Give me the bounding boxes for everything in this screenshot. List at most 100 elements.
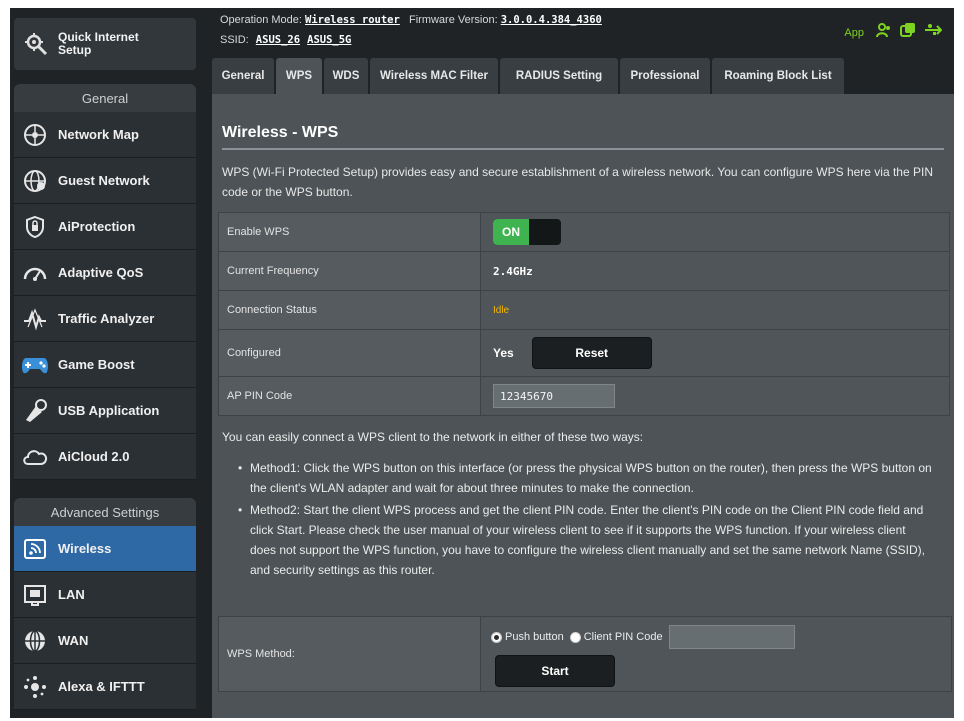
- connection-status-value: Idle: [493, 304, 510, 316]
- guest-network-icon: [20, 166, 50, 196]
- ap-pin-field[interactable]: 12345670: [493, 384, 615, 408]
- aicloud-icon: [20, 442, 50, 472]
- sidebar: Quick Internet Setup General Network Map…: [14, 18, 196, 718]
- sidebar-item-aiprotection[interactable]: AiProtection: [14, 204, 196, 250]
- sidebar-item-adaptive-qos[interactable]: Adaptive QoS: [14, 250, 196, 296]
- ssid-line: SSID: ASUS_26 ASUS_5G: [220, 34, 351, 46]
- sidebar-item-label: Adaptive QoS: [58, 265, 144, 280]
- tab-professional[interactable]: Professional: [620, 58, 710, 94]
- sidebar-item-guest-network[interactable]: Guest Network: [14, 158, 196, 204]
- wan-icon: [20, 626, 50, 656]
- tab-radius-setting[interactable]: RADIUS Setting: [500, 58, 618, 94]
- ssid-link-1[interactable]: ASUS_26: [256, 34, 300, 46]
- tab-general[interactable]: General: [212, 58, 274, 94]
- wireless-icon: [20, 534, 50, 564]
- game-boost-icon: [20, 350, 50, 380]
- settings-row-connection-status: Connection Status Idle: [218, 290, 950, 329]
- wps-method-row: WPS Method: Push button Client PIN Code …: [218, 616, 952, 692]
- operation-mode-line: Operation Mode: Wireless router Firmware…: [220, 14, 602, 26]
- general-section-header: General: [14, 84, 196, 112]
- sidebar-item-label: Network Map: [58, 127, 139, 142]
- enable-wps-label: Enable WPS: [219, 213, 481, 251]
- quick-setup-icon: [22, 30, 50, 58]
- advanced-section-header: Advanced Settings: [14, 498, 196, 526]
- enable-wps-toggle[interactable]: ON: [493, 219, 561, 245]
- sidebar-item-label: Traffic Analyzer: [58, 311, 155, 326]
- client-pin-label: Client PIN Code: [583, 631, 663, 643]
- sidebar-item-traffic-analyzer[interactable]: Traffic Analyzer: [14, 296, 196, 342]
- sidebar-item-label: WAN: [58, 633, 89, 648]
- sidebar-item-game-boost[interactable]: Game Boost: [14, 342, 196, 388]
- sidebar-item-label: LAN: [58, 587, 85, 602]
- method-list: Method1: Click the WPS button on this in…: [238, 458, 934, 582]
- app-link[interactable]: App: [844, 27, 864, 39]
- lan-icon: [20, 580, 50, 610]
- configured-value: Yes: [493, 346, 514, 360]
- adaptive-qos-icon: [20, 258, 50, 288]
- reset-button[interactable]: Reset: [531, 337, 652, 369]
- usb-status-icon[interactable]: [924, 22, 943, 43]
- push-button-radio[interactable]: [491, 631, 502, 643]
- ssid-label: SSID:: [220, 34, 249, 46]
- sidebar-item-usb-application[interactable]: USB Application: [14, 388, 196, 434]
- client-pin-radio[interactable]: [569, 631, 581, 643]
- alexa-ifttt-icon: [20, 672, 50, 702]
- status-icons: App: [844, 22, 943, 43]
- sidebar-item-wan[interactable]: WAN: [14, 618, 196, 664]
- operation-mode-label: Operation Mode:: [220, 14, 302, 26]
- sidebar-item-label: AiCloud 2.0: [58, 449, 130, 464]
- sidebar-item-label: Guest Network: [58, 173, 150, 188]
- usb-application-icon: [20, 396, 50, 426]
- sidebar-item-label: Game Boost: [58, 357, 135, 372]
- copy-icon[interactable]: [900, 22, 916, 43]
- sidebar-item-aicloud[interactable]: AiCloud 2.0: [14, 434, 196, 480]
- connect-info-text: You can easily connect a WPS client to t…: [222, 430, 644, 444]
- ssid-link-2[interactable]: ASUS_5G: [307, 34, 351, 46]
- toggle-on-label: ON: [493, 219, 529, 245]
- users-icon[interactable]: [876, 22, 892, 43]
- tab-bar: General WPS WDS Wireless MAC Filter RADI…: [212, 58, 954, 94]
- sidebar-item-label: USB Application: [58, 403, 160, 418]
- operation-mode-link[interactable]: Wireless router: [305, 14, 400, 26]
- wps-method-options: Push button Client PIN Code: [491, 625, 795, 649]
- tab-wireless-mac-filter[interactable]: Wireless MAC Filter: [370, 58, 498, 94]
- sidebar-item-label: Wireless: [58, 541, 112, 556]
- quick-setup-label: Quick Internet Setup: [58, 30, 139, 57]
- top-status-bar: Operation Mode: Wireless router Firmware…: [212, 8, 954, 58]
- sidebar-item-label: Alexa & IFTTT: [58, 679, 145, 694]
- start-button[interactable]: Start: [495, 655, 615, 687]
- title-divider: [222, 148, 944, 150]
- wps-method-label: WPS Method:: [219, 617, 481, 691]
- sidebar-item-network-map[interactable]: Network Map: [14, 112, 196, 158]
- configured-label: Configured: [219, 330, 481, 376]
- current-frequency-label: Current Frequency: [219, 252, 481, 290]
- connection-status-label: Connection Status: [219, 291, 481, 329]
- tab-roaming-block-list[interactable]: Roaming Block List: [712, 58, 844, 94]
- method-2-text: Method2: Start the client WPS process an…: [238, 500, 934, 580]
- settings-row-enable-wps: Enable WPS ON: [218, 212, 950, 251]
- sidebar-item-lan[interactable]: LAN: [14, 572, 196, 618]
- sidebar-item-alexa-ifttt[interactable]: Alexa & IFTTT: [14, 664, 196, 710]
- sidebar-item-wireless[interactable]: Wireless: [14, 526, 196, 572]
- aiprotection-icon: [20, 212, 50, 242]
- tab-wps[interactable]: WPS: [276, 58, 322, 94]
- traffic-analyzer-icon: [20, 304, 50, 334]
- client-pin-input[interactable]: [668, 625, 795, 649]
- quick-internet-setup-button[interactable]: Quick Internet Setup: [14, 18, 196, 70]
- page-title: Wireless - WPS: [222, 124, 339, 141]
- firmware-version-link[interactable]: 3.0.0.4.384_4360: [501, 14, 602, 26]
- sidebar-item-label: AiProtection: [58, 219, 136, 234]
- firmware-label: Firmware Version:: [409, 14, 498, 26]
- push-button-label: Push button: [505, 631, 564, 643]
- wps-settings-table: Enable WPS ON Current Frequency 2.4GHz C…: [218, 212, 950, 416]
- current-frequency-value: 2.4GHz: [493, 264, 533, 278]
- settings-row-current-frequency: Current Frequency 2.4GHz: [218, 251, 950, 290]
- method-1-text: Method1: Click the WPS button on this in…: [238, 458, 934, 498]
- settings-row-configured: Configured Yes Reset: [218, 329, 950, 376]
- network-map-icon: [20, 120, 50, 150]
- main-content: Wireless - WPS WPS (Wi-Fi Protected Setu…: [212, 94, 954, 718]
- settings-row-ap-pin: AP PIN Code 12345670: [218, 376, 950, 416]
- tab-wds[interactable]: WDS: [324, 58, 368, 94]
- ap-pin-label: AP PIN Code: [219, 377, 481, 415]
- page-description: WPS (Wi-Fi Protected Setup) provides eas…: [222, 165, 933, 199]
